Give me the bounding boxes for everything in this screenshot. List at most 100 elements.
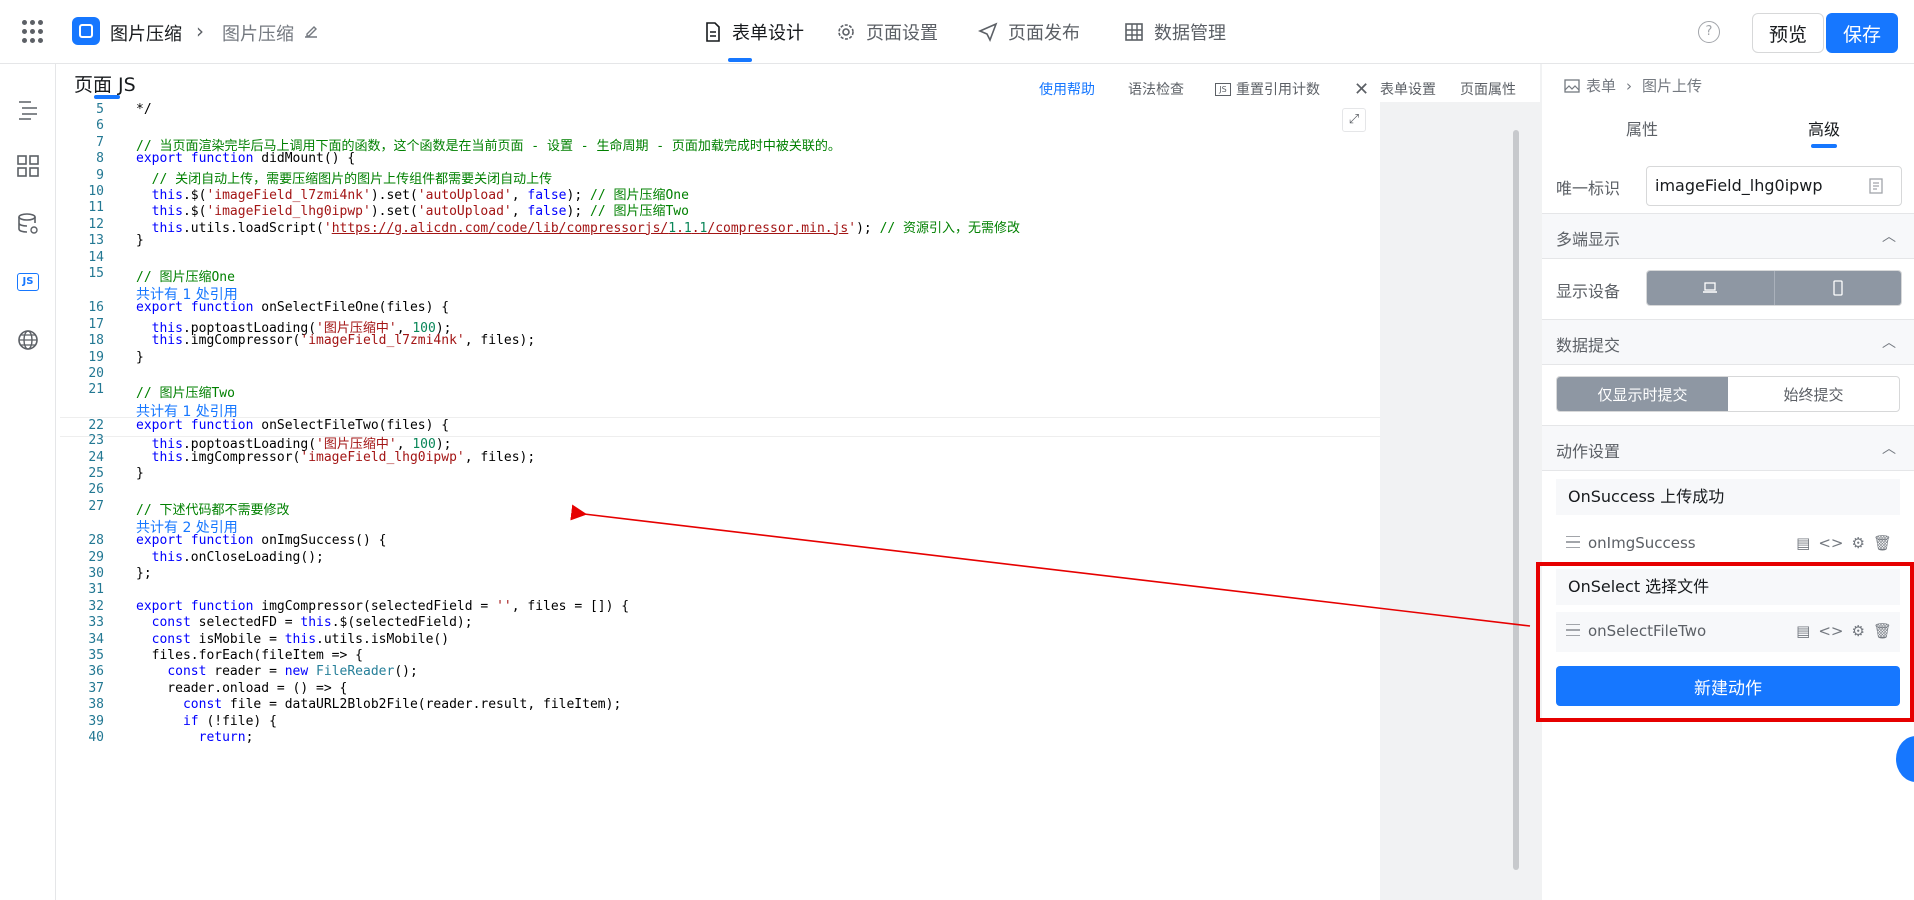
action-item-onimgsuccess[interactable]: onImgSuccess ▤ <> ⚙ 🗑 xyxy=(1556,524,1900,564)
document-icon xyxy=(706,22,720,42)
app-logo-icon xyxy=(72,17,100,45)
edit-icon[interactable] xyxy=(303,23,319,39)
line-number: 20 xyxy=(88,366,104,381)
line-number: 40 xyxy=(88,730,104,745)
line-number: 10 xyxy=(88,184,104,199)
line-code: if (!file) { xyxy=(182,713,277,729)
form-settings-tab[interactable]: 表单设置 xyxy=(1380,79,1436,99)
line-code: const file = dataURL2Blob2File(reader.re… xyxy=(182,697,622,713)
help-link[interactable]: 使用帮助 xyxy=(1039,79,1095,99)
line-code: export function onSelectFileTwo(files) { xyxy=(136,417,450,433)
doc-icon[interactable]: ▤ xyxy=(1796,622,1810,640)
always-submit-option[interactable]: 始终提交 xyxy=(1728,377,1899,411)
section-multi-display[interactable]: 多端显示 ︿ xyxy=(1542,213,1914,259)
left-toolbar: JS xyxy=(0,64,56,900)
code-line[interactable]: 15 // 图片压缩One xyxy=(60,266,1380,286)
line-number: 27 xyxy=(88,498,104,514)
save-button[interactable]: 保存 xyxy=(1826,13,1898,53)
preview-button[interactable]: 预览 xyxy=(1752,13,1824,53)
js-icon[interactable]: JS xyxy=(14,268,42,296)
tab-page-publish[interactable]: 页面发布 xyxy=(978,0,1080,64)
send-icon xyxy=(978,22,998,42)
code-icon[interactable]: <> xyxy=(1818,622,1843,640)
line-number: 25 xyxy=(88,466,104,481)
code-editor[interactable]: 5 */6 7// 当页面渲染完毕后马上调用下面的函数，这个函数是在当前页面 - 设… xyxy=(60,102,1380,900)
line-code: this.imgCompressor('imageField_lhg0ipwp'… xyxy=(151,449,536,465)
reset-ref-count-button[interactable]: JS 重置引用计数 xyxy=(1215,79,1320,99)
line-number: 22 xyxy=(88,417,104,433)
uid-label: 唯一标识 xyxy=(1556,179,1621,198)
tab-data-management[interactable]: 数据管理 xyxy=(1124,0,1226,64)
drag-handle-icon[interactable] xyxy=(1566,624,1580,636)
uid-input[interactable]: imageField_lhg0ipwp xyxy=(1646,166,1902,206)
line-code: }; xyxy=(136,566,152,581)
line-number: 26 xyxy=(88,482,104,498)
device-selector xyxy=(1646,270,1902,306)
image-icon xyxy=(1564,78,1580,93)
action-item-onselectfiletwo[interactable]: onSelectFileTwo ▤ <> ⚙ 🗑 xyxy=(1556,612,1900,652)
line-number: 14 xyxy=(88,249,104,265)
chevron-up-icon: ︿ xyxy=(1882,229,1896,245)
line-number: 17 xyxy=(88,316,104,332)
page-props-tab[interactable]: 页面属性 xyxy=(1460,79,1516,99)
delete-icon[interactable]: 🗑 xyxy=(1873,622,1892,640)
code-line[interactable]: 40 return; xyxy=(60,730,1380,750)
tab-advanced[interactable]: 高级 xyxy=(1808,116,1840,140)
line-code: const selectedFD = this.$(selectedField)… xyxy=(151,615,473,631)
line-number: 29 xyxy=(88,549,104,565)
line-code: export function onImgSuccess() { xyxy=(136,533,387,549)
tab-properties[interactable]: 属性 xyxy=(1626,116,1658,140)
section-data-submit[interactable]: 数据提交 ︿ xyxy=(1542,319,1914,365)
drag-handle-icon[interactable] xyxy=(1566,536,1580,548)
code-line[interactable]: 21 // 图片压缩Two xyxy=(60,382,1380,402)
components-icon[interactable] xyxy=(14,152,42,180)
tab-page-settings[interactable]: 页面设置 xyxy=(836,0,938,64)
copy-icon[interactable] xyxy=(1868,177,1884,195)
submit-when-visible-option[interactable]: 仅显示时提交 xyxy=(1557,377,1728,411)
line-number: 6 xyxy=(96,118,104,134)
doc-icon[interactable]: ▤ xyxy=(1796,534,1810,552)
code-line[interactable]: 27 // 下述代码都不需要修改 xyxy=(60,499,1380,519)
code-icon[interactable]: <> xyxy=(1818,534,1843,552)
line-number: 38 xyxy=(88,697,104,713)
active-tab-indicator xyxy=(1811,144,1837,148)
device-label: 显示设备 xyxy=(1556,282,1621,301)
breadcrumb-upload[interactable]: 图片上传 xyxy=(1642,75,1702,96)
line-code: files.forEach(fileItem => { xyxy=(136,648,363,663)
app-name[interactable]: 图片压缩 xyxy=(110,20,182,46)
line-number: 24 xyxy=(88,449,104,465)
line-number: 31 xyxy=(88,582,104,598)
delete-icon[interactable]: 🗑 xyxy=(1873,534,1892,552)
outline-tree-icon[interactable] xyxy=(14,96,42,124)
laptop-icon[interactable] xyxy=(1647,271,1774,305)
line-code: this.onCloseLoading(); xyxy=(151,549,324,565)
globe-icon[interactable] xyxy=(14,326,42,354)
expand-icon[interactable]: ⤢ xyxy=(1342,108,1366,132)
app-grid-icon[interactable] xyxy=(22,20,46,44)
help-icon[interactable]: ? xyxy=(1698,21,1720,43)
datasource-icon[interactable] xyxy=(14,210,42,238)
mobile-icon[interactable] xyxy=(1773,271,1901,305)
line-number: 16 xyxy=(88,300,104,316)
section-actions[interactable]: 动作设置 ︿ xyxy=(1542,425,1914,471)
tab-form-design[interactable]: 表单设计 xyxy=(704,0,804,64)
scrollbar[interactable] xyxy=(1513,130,1519,870)
gear-icon[interactable]: ⚙ xyxy=(1852,534,1865,552)
line-number: 18 xyxy=(88,333,104,349)
line-code: this.imgCompressor('imageField_l7zmi4nk'… xyxy=(151,333,536,349)
line-number: 30 xyxy=(88,566,104,581)
page-name[interactable]: 图片压缩 xyxy=(222,20,294,46)
breadcrumb-form[interactable]: 表单 xyxy=(1586,75,1616,96)
close-icon[interactable]: ✕ xyxy=(1354,79,1369,100)
line-code: // 图片压缩One xyxy=(136,270,235,285)
chevron-up-icon: ︿ xyxy=(1882,441,1896,457)
new-action-button[interactable]: 新建动作 xyxy=(1556,666,1900,706)
lint-button[interactable]: 语法检查 xyxy=(1128,79,1184,99)
gear-icon[interactable]: ⚙ xyxy=(1852,622,1865,640)
active-tab-indicator xyxy=(728,58,752,62)
table-icon xyxy=(1125,23,1143,41)
submit-mode-selector: 仅显示时提交 始终提交 xyxy=(1556,376,1900,412)
line-number: 13 xyxy=(88,233,104,249)
breadcrumb: 表单 › 图片上传 xyxy=(1564,75,1702,96)
action-group-onsuccess: OnSuccess 上传成功 xyxy=(1556,479,1900,515)
